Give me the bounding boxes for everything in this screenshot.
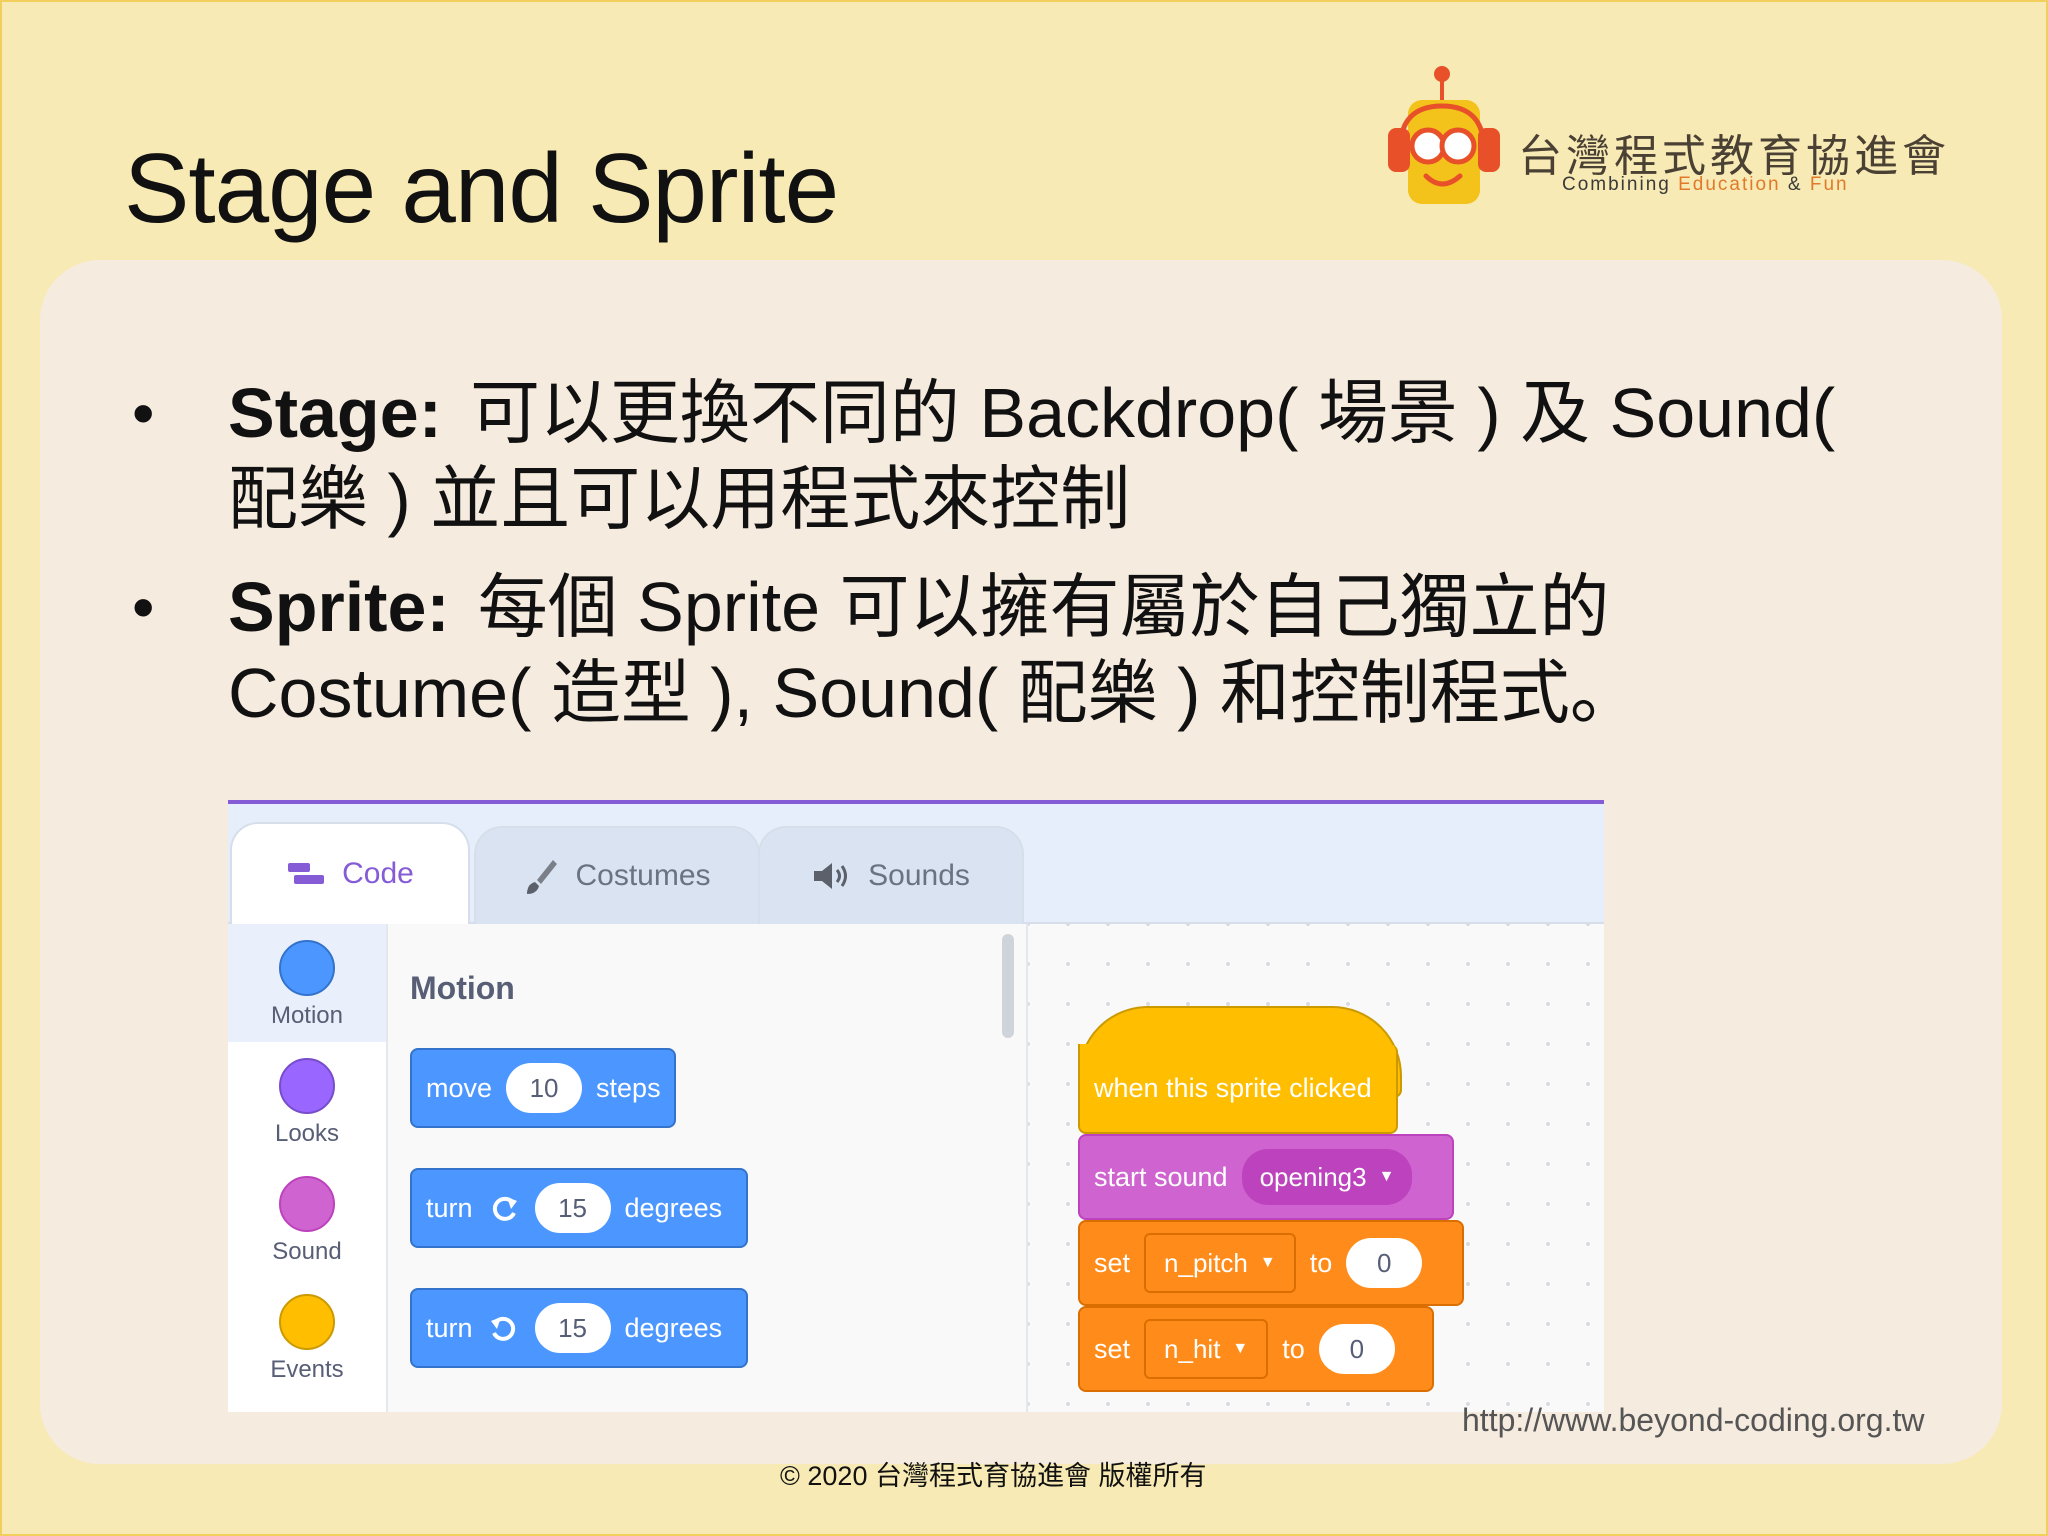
category-motion[interactable]: Motion [228,924,386,1042]
block-text: set [1094,1333,1131,1364]
tagline-part: & [1780,174,1810,195]
block-text: move [426,1072,493,1103]
rotate-right-icon [492,1196,517,1221]
category-label: Sound [272,1238,342,1265]
chevron-down-icon: ▼ [1259,1254,1276,1271]
set-variable-block[interactable]: set n_hit ▼ to 0 [1078,1306,1434,1392]
chevron-down-icon: ▼ [1378,1168,1395,1185]
palette-scrollbar[interactable] [1002,934,1014,1038]
block-text: turn [426,1312,473,1343]
bullet-dot: • [132,571,155,643]
editor-tab-bar: Code Costumes Sounds [228,804,1604,924]
block-text: degrees [624,1192,723,1223]
events-category-icon [279,1294,335,1350]
bullet-sprite: • Sprite: 每個 Sprite 可以擁有屬於自己獨立的 Costume( … [124,564,1924,736]
category-looks[interactable]: Looks [228,1042,386,1160]
logo-tagline: Combining Education & Fun [1562,174,1849,196]
tab-label: Costumes [575,859,711,892]
tab-sounds[interactable]: Sounds [758,826,1024,924]
tab-costumes[interactable]: Costumes [474,826,760,924]
dropdown-value: n_pitch [1164,1247,1248,1278]
scratch-editor-screenshot: Code Costumes Sounds Motion Looks Sound … [228,800,1604,1412]
bullet-stage: • Stage: 可以更換不同的 Backdrop( 場景 ) 及 Sound( … [124,370,1924,542]
bullet-list: • Stage: 可以更換不同的 Backdrop( 場景 ) 及 Sound( … [124,370,1924,758]
bullet-text: 可以更換不同的 Backdrop( 場景 ) 及 Sound( 配樂 ) 並且可… [228,374,1836,538]
block-text: turn [426,1192,473,1223]
tab-code[interactable]: Code [230,822,470,924]
turn-right-block[interactable]: turn 15 degrees [410,1168,748,1248]
degrees-input[interactable]: 15 [534,1303,611,1353]
slide-title: Stage and Sprite [124,133,839,243]
block-text: degrees [624,1312,723,1343]
when-sprite-clicked-block[interactable]: when this sprite clicked [1078,1044,1398,1134]
category-menu: Motion Looks Sound Events [228,924,388,1412]
website-url: http://www.beyond-coding.org.tw [1462,1402,1925,1438]
block-text: to [1282,1333,1305,1364]
block-text: set [1094,1247,1131,1278]
value-input[interactable]: 0 [1346,1238,1423,1288]
variable-dropdown[interactable]: n_pitch ▼ [1144,1233,1296,1293]
dropdown-value: n_hit [1164,1333,1221,1364]
steps-input[interactable]: 10 [506,1063,583,1113]
organization-logo: 台灣程式教育協進會 Combining Education & Fun [1380,66,1946,216]
value-input[interactable]: 0 [1318,1324,1395,1374]
variable-dropdown[interactable]: n_hit ▼ [1144,1319,1269,1379]
sound-category-icon [279,1176,335,1232]
set-variable-block[interactable]: set n_pitch ▼ to 0 [1078,1220,1464,1306]
palette-title: Motion [410,970,515,1006]
chevron-down-icon: ▼ [1232,1340,1249,1357]
tab-label: Sounds [868,859,970,892]
bullet-term: Sprite: [228,568,450,646]
sound-dropdown[interactable]: opening3 ▼ [1241,1149,1413,1205]
category-label: Looks [274,1120,340,1147]
tab-label: Code [342,857,414,890]
looks-category-icon [279,1058,335,1114]
start-sound-block[interactable]: start sound opening3 ▼ [1078,1134,1454,1220]
tagline-part: Fun [1809,174,1849,195]
move-steps-block[interactable]: move 10 steps [410,1048,676,1128]
bullet-term: Stage: [228,374,442,452]
block-palette: Motion move 10 steps turn 15 degrees tur… [388,924,1028,1412]
robot-mascot-icon [1388,66,1500,204]
script-area[interactable]: when this sprite clicked start sound ope… [1028,924,1604,1412]
brush-icon [527,860,558,894]
code-icon [288,863,325,884]
category-sound[interactable]: Sound [228,1160,386,1278]
block-text: when this sprite clicked [1094,1072,1372,1103]
block-text: steps [596,1072,661,1103]
turn-left-block[interactable]: turn 15 degrees [410,1288,748,1368]
category-events[interactable]: Events [228,1278,386,1396]
copyright-notice: © 2020 台灣程式育協進會 版權所有 [780,1461,1207,1491]
category-label: Events [270,1356,344,1383]
category-label: Motion [270,1002,344,1029]
bullet-dot: • [132,377,155,449]
motion-category-icon [279,940,335,996]
dropdown-value: opening3 [1259,1161,1367,1192]
tagline-part: Combining [1562,174,1679,195]
block-text: start sound [1094,1161,1228,1192]
tagline-part: Education [1678,174,1781,195]
speaker-icon [814,863,848,889]
rotate-left-icon [490,1316,515,1341]
degrees-input[interactable]: 15 [534,1183,611,1233]
block-text: to [1309,1247,1333,1278]
